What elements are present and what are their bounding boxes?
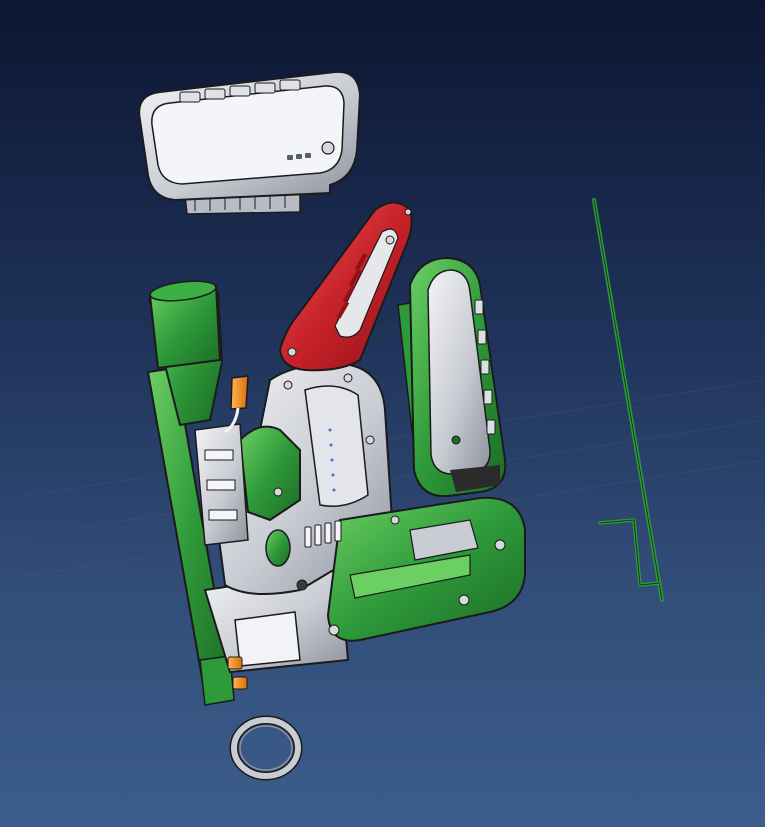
red-top-cover[interactable] (278, 201, 413, 372)
depth-rod[interactable] (592, 198, 664, 602)
orange-switch[interactable] (224, 375, 249, 434)
cad-viewport[interactable] (0, 0, 765, 827)
assembly-scene[interactable] (0, 0, 765, 827)
battery-pack-top[interactable] (138, 70, 362, 215)
ring-collar[interactable] (229, 715, 303, 781)
side-handle[interactable] (397, 256, 507, 498)
